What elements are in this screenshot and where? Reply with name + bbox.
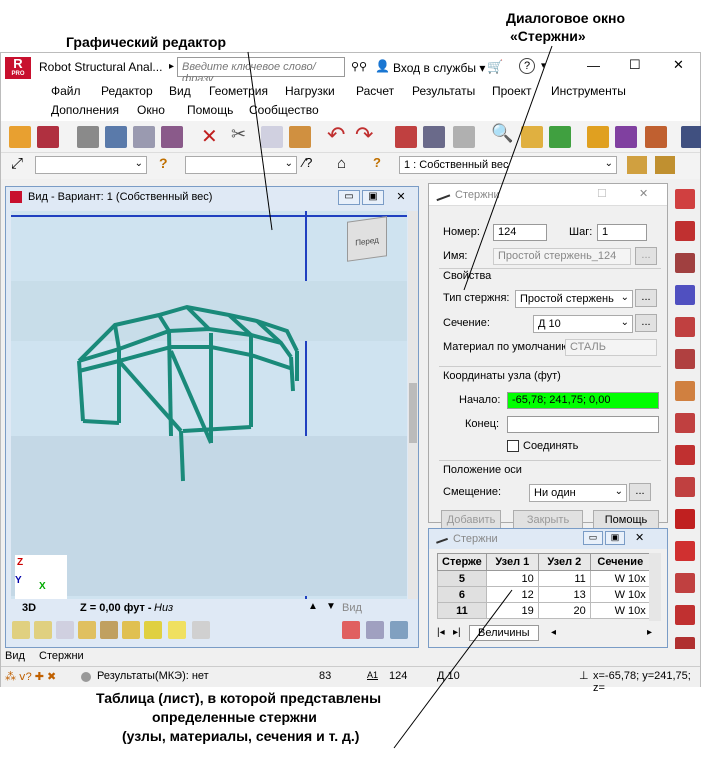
- pointer-dialog: [463, 45, 553, 291]
- pointer-graphic-editor: [247, 51, 273, 231]
- pointer-table: [393, 589, 513, 749]
- annotation-lines: [247, 45, 553, 749]
